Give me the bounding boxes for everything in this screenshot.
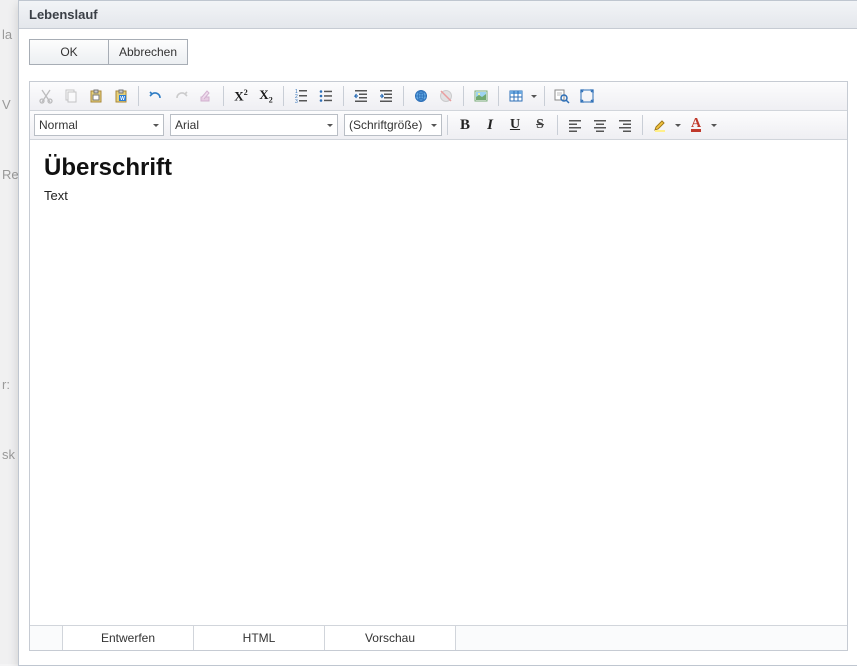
font-family-value: Arial bbox=[175, 118, 325, 132]
editor-mode-tabs: Entwerfen HTML Vorschau bbox=[30, 625, 847, 650]
tab-preview[interactable]: Vorschau bbox=[325, 626, 456, 650]
table-icon[interactable] bbox=[504, 85, 528, 107]
separator bbox=[447, 115, 448, 135]
editor-content-area[interactable]: Überschrift Text bbox=[30, 140, 847, 625]
bold-icon[interactable]: B bbox=[453, 114, 477, 136]
separator bbox=[498, 86, 499, 106]
separator bbox=[403, 86, 404, 106]
align-center-icon[interactable] bbox=[588, 114, 612, 136]
ok-button[interactable]: OK bbox=[29, 39, 108, 65]
font-family-select[interactable]: Arial bbox=[170, 114, 338, 136]
separator bbox=[343, 86, 344, 106]
separator bbox=[463, 86, 464, 106]
highlight-color-dropdown[interactable] bbox=[673, 114, 683, 136]
subscript-icon[interactable]: X2 bbox=[254, 85, 278, 107]
redo-icon[interactable] bbox=[169, 85, 193, 107]
separator bbox=[138, 86, 139, 106]
align-left-icon[interactable] bbox=[563, 114, 587, 136]
cut-icon[interactable] bbox=[34, 85, 58, 107]
separator bbox=[544, 86, 545, 106]
content-body[interactable]: Text bbox=[44, 188, 833, 203]
toolbar-row-2: Normal Arial (Schriftgröße) B I U S bbox=[30, 111, 847, 140]
paragraph-style-value: Normal bbox=[39, 118, 151, 132]
table-dropdown[interactable] bbox=[529, 85, 539, 107]
paste-word-icon[interactable]: W bbox=[109, 85, 133, 107]
fullscreen-icon[interactable] bbox=[575, 85, 599, 107]
cancel-button[interactable]: Abbrechen bbox=[108, 39, 188, 65]
rich-text-editor: W X2 X2 bbox=[29, 81, 848, 651]
paste-icon[interactable] bbox=[84, 85, 108, 107]
dialog-button-row: OK Abbrechen bbox=[19, 29, 857, 71]
superscript-icon[interactable]: X2 bbox=[229, 85, 253, 107]
toolbar-row-1: W X2 X2 bbox=[30, 82, 847, 111]
svg-text:W: W bbox=[120, 96, 125, 102]
indent-icon[interactable] bbox=[374, 85, 398, 107]
copy-icon[interactable] bbox=[59, 85, 83, 107]
titlebar: Lebenslauf bbox=[19, 1, 857, 29]
align-right-icon[interactable] bbox=[613, 114, 637, 136]
highlight-color-icon[interactable] bbox=[648, 114, 672, 136]
separator bbox=[557, 115, 558, 135]
separator bbox=[642, 115, 643, 135]
italic-icon[interactable]: I bbox=[478, 114, 502, 136]
content-heading[interactable]: Überschrift bbox=[44, 154, 833, 182]
find-replace-icon[interactable] bbox=[550, 85, 574, 107]
link-icon[interactable] bbox=[409, 85, 433, 107]
format-stripper-icon[interactable] bbox=[194, 85, 218, 107]
dialog-window: Lebenslauf OK Abbrechen W bbox=[18, 0, 857, 666]
separator bbox=[283, 86, 284, 106]
dialog-title: Lebenslauf bbox=[29, 7, 98, 22]
font-size-value: (Schriftgröße) bbox=[349, 118, 429, 132]
underline-icon[interactable]: U bbox=[503, 114, 527, 136]
outdent-icon[interactable] bbox=[349, 85, 373, 107]
tab-design[interactable]: Entwerfen bbox=[62, 626, 194, 650]
ordered-list-icon[interactable]: 123 bbox=[289, 85, 313, 107]
unordered-list-icon[interactable] bbox=[314, 85, 338, 107]
unlink-icon[interactable] bbox=[434, 85, 458, 107]
image-icon[interactable] bbox=[469, 85, 493, 107]
font-color-dropdown[interactable] bbox=[709, 114, 719, 136]
strikethrough-icon[interactable]: S bbox=[528, 114, 552, 136]
svg-text:3: 3 bbox=[295, 99, 298, 104]
font-size-select[interactable]: (Schriftgröße) bbox=[344, 114, 442, 136]
undo-icon[interactable] bbox=[144, 85, 168, 107]
paragraph-style-select[interactable]: Normal bbox=[34, 114, 164, 136]
tab-html[interactable]: HTML bbox=[194, 626, 325, 650]
separator bbox=[223, 86, 224, 106]
font-color-icon[interactable]: A bbox=[684, 114, 708, 136]
